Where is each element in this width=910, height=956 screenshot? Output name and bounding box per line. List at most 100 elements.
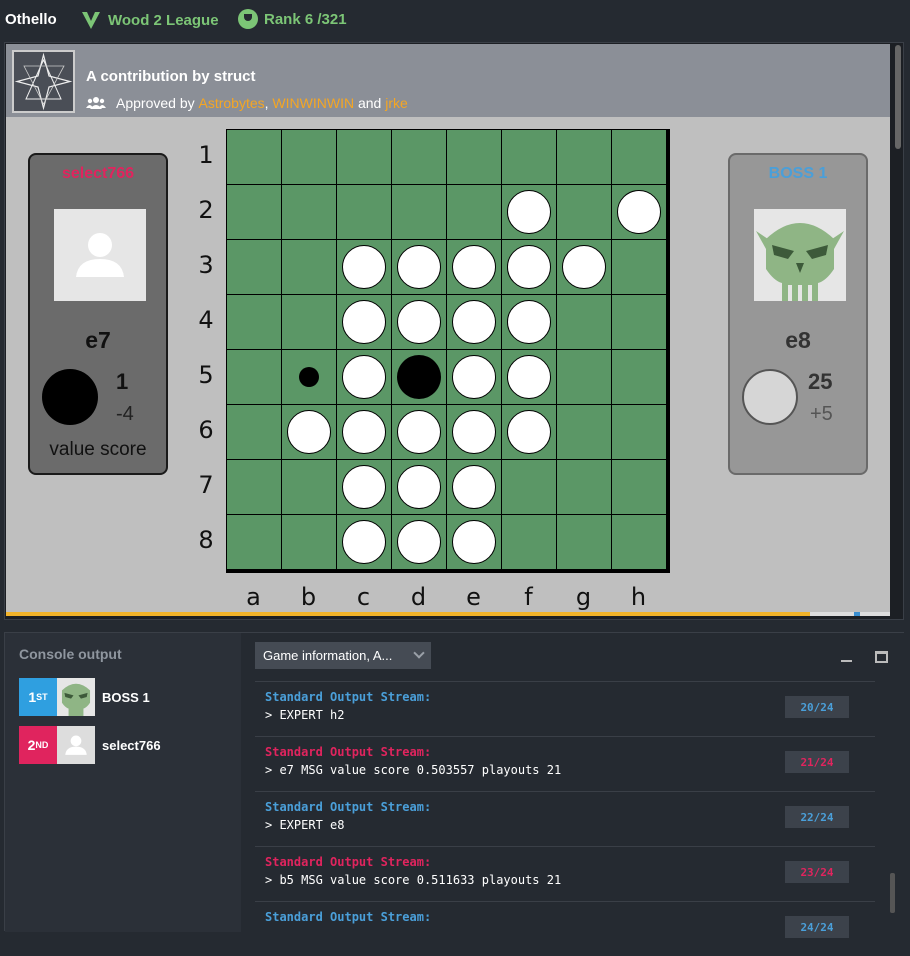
board-cell-f7[interactable]	[502, 460, 556, 514]
board-cell-h6[interactable]	[612, 405, 666, 459]
board-cell-e2[interactable]	[447, 185, 501, 239]
board-cell-a5[interactable]	[227, 350, 281, 404]
ranking-row[interactable]: 2 ND select766	[19, 726, 161, 764]
turn-button[interactable]: 20/24	[785, 696, 849, 718]
board-cell-e3[interactable]	[447, 240, 501, 294]
board-cell-g4[interactable]	[557, 295, 611, 349]
turn-button[interactable]: 22/24	[785, 806, 849, 828]
board-cell-e5[interactable]	[447, 350, 501, 404]
board-cell-c6[interactable]	[337, 405, 391, 459]
board-cell-b7[interactable]	[282, 460, 336, 514]
board-cell-h2[interactable]	[612, 185, 666, 239]
board-cell-f8[interactable]	[502, 515, 556, 569]
board-cell-a2[interactable]	[227, 185, 281, 239]
board-cell-f5[interactable]	[502, 350, 556, 404]
board-cell-f6[interactable]	[502, 405, 556, 459]
board-cell-c7[interactable]	[337, 460, 391, 514]
white-disc	[397, 245, 441, 289]
approved-prefix: Approved by	[116, 95, 195, 111]
board-cell-d3[interactable]	[392, 240, 446, 294]
white-disc	[342, 245, 386, 289]
board-cell-b3[interactable]	[282, 240, 336, 294]
approver-link[interactable]: Astrobytes	[199, 95, 265, 111]
approver-link[interactable]: jrke	[385, 95, 408, 111]
board-cell-d4[interactable]	[392, 295, 446, 349]
ranking-row[interactable]: 1 ST BOSS 1	[19, 678, 150, 716]
boss-skull-icon	[57, 678, 95, 716]
board-cell-d8[interactable]	[392, 515, 446, 569]
board-cell-e4[interactable]	[447, 295, 501, 349]
white-disc	[452, 410, 496, 454]
board-cell-h3[interactable]	[612, 240, 666, 294]
board-cell-b1[interactable]	[282, 130, 336, 184]
board-cell-c4[interactable]	[337, 295, 391, 349]
board-cell-a8[interactable]	[227, 515, 281, 569]
game-title: Othello	[5, 11, 57, 28]
board-cell-f4[interactable]	[502, 295, 556, 349]
board-cell-c2[interactable]	[337, 185, 391, 239]
viewer-scrollbar[interactable]	[895, 45, 901, 149]
board-cell-g8[interactable]	[557, 515, 611, 569]
white-disc	[397, 465, 441, 509]
star-logo-icon	[12, 50, 75, 113]
minimize-icon[interactable]	[841, 660, 852, 662]
board-cell-b6[interactable]	[282, 405, 336, 459]
board-cell-b2[interactable]	[282, 185, 336, 239]
board-cell-a3[interactable]	[227, 240, 281, 294]
white-disc	[507, 355, 551, 399]
board-cell-h1[interactable]	[612, 130, 666, 184]
board-cell-c1[interactable]	[337, 130, 391, 184]
approver-link[interactable]: WINWINWIN	[272, 95, 354, 111]
console-scrollbar[interactable]	[890, 873, 895, 913]
board-cell-d5[interactable]	[392, 350, 446, 404]
board-cell-c8[interactable]	[337, 515, 391, 569]
log-entry: Standard Output Stream: 24/24	[255, 901, 875, 956]
disc-delta: -4	[116, 403, 134, 425]
white-disc	[507, 410, 551, 454]
board-cell-e8[interactable]	[447, 515, 501, 569]
board-cell-d7[interactable]	[392, 460, 446, 514]
board-cell-f2[interactable]	[502, 185, 556, 239]
board-cell-g7[interactable]	[557, 460, 611, 514]
board-cell-h8[interactable]	[612, 515, 666, 569]
board-cell-e1[interactable]	[447, 130, 501, 184]
board-cell-d6[interactable]	[392, 405, 446, 459]
board-cell-a6[interactable]	[227, 405, 281, 459]
board-cell-e6[interactable]	[447, 405, 501, 459]
board-cell-f3[interactable]	[502, 240, 556, 294]
column-label: d	[410, 583, 427, 611]
log-filter-select[interactable]: Game information, A...	[255, 642, 431, 669]
board-cell-b8[interactable]	[282, 515, 336, 569]
turn-button[interactable]: 24/24	[785, 916, 849, 938]
board-cell-g3[interactable]	[557, 240, 611, 294]
board-cell-a7[interactable]	[227, 460, 281, 514]
board-cell-c3[interactable]	[337, 240, 391, 294]
board-cell-a1[interactable]	[227, 130, 281, 184]
log-stream-label: Standard Output Stream:	[265, 855, 432, 869]
board-cell-c5[interactable]	[337, 350, 391, 404]
rank-link[interactable]: Rank 6 /321	[238, 9, 347, 29]
board-cell-h7[interactable]	[612, 460, 666, 514]
board-cell-d2[interactable]	[392, 185, 446, 239]
board-cell-h5[interactable]	[612, 350, 666, 404]
disc-count: 1	[116, 369, 129, 394]
board-cell-e7[interactable]	[447, 460, 501, 514]
league-link[interactable]: Wood 2 League	[80, 9, 219, 31]
board-cell-g5[interactable]	[557, 350, 611, 404]
column-label: a	[246, 583, 261, 611]
board-cell-b4[interactable]	[282, 295, 336, 349]
replay-progress-bar[interactable]	[6, 612, 890, 616]
board-cell-b5[interactable]	[282, 350, 336, 404]
maximize-icon[interactable]	[875, 651, 888, 663]
board-cell-d1[interactable]	[392, 130, 446, 184]
board-cell-g2[interactable]	[557, 185, 611, 239]
board-cell-g6[interactable]	[557, 405, 611, 459]
board-cell-a4[interactable]	[227, 295, 281, 349]
replay-progress-handle[interactable]	[854, 612, 860, 616]
board-cell-g1[interactable]	[557, 130, 611, 184]
board-cell-h4[interactable]	[612, 295, 666, 349]
turn-button[interactable]: 21/24	[785, 751, 849, 773]
board-cell-f1[interactable]	[502, 130, 556, 184]
row-label: 8	[198, 526, 214, 554]
turn-button[interactable]: 23/24	[785, 861, 849, 883]
